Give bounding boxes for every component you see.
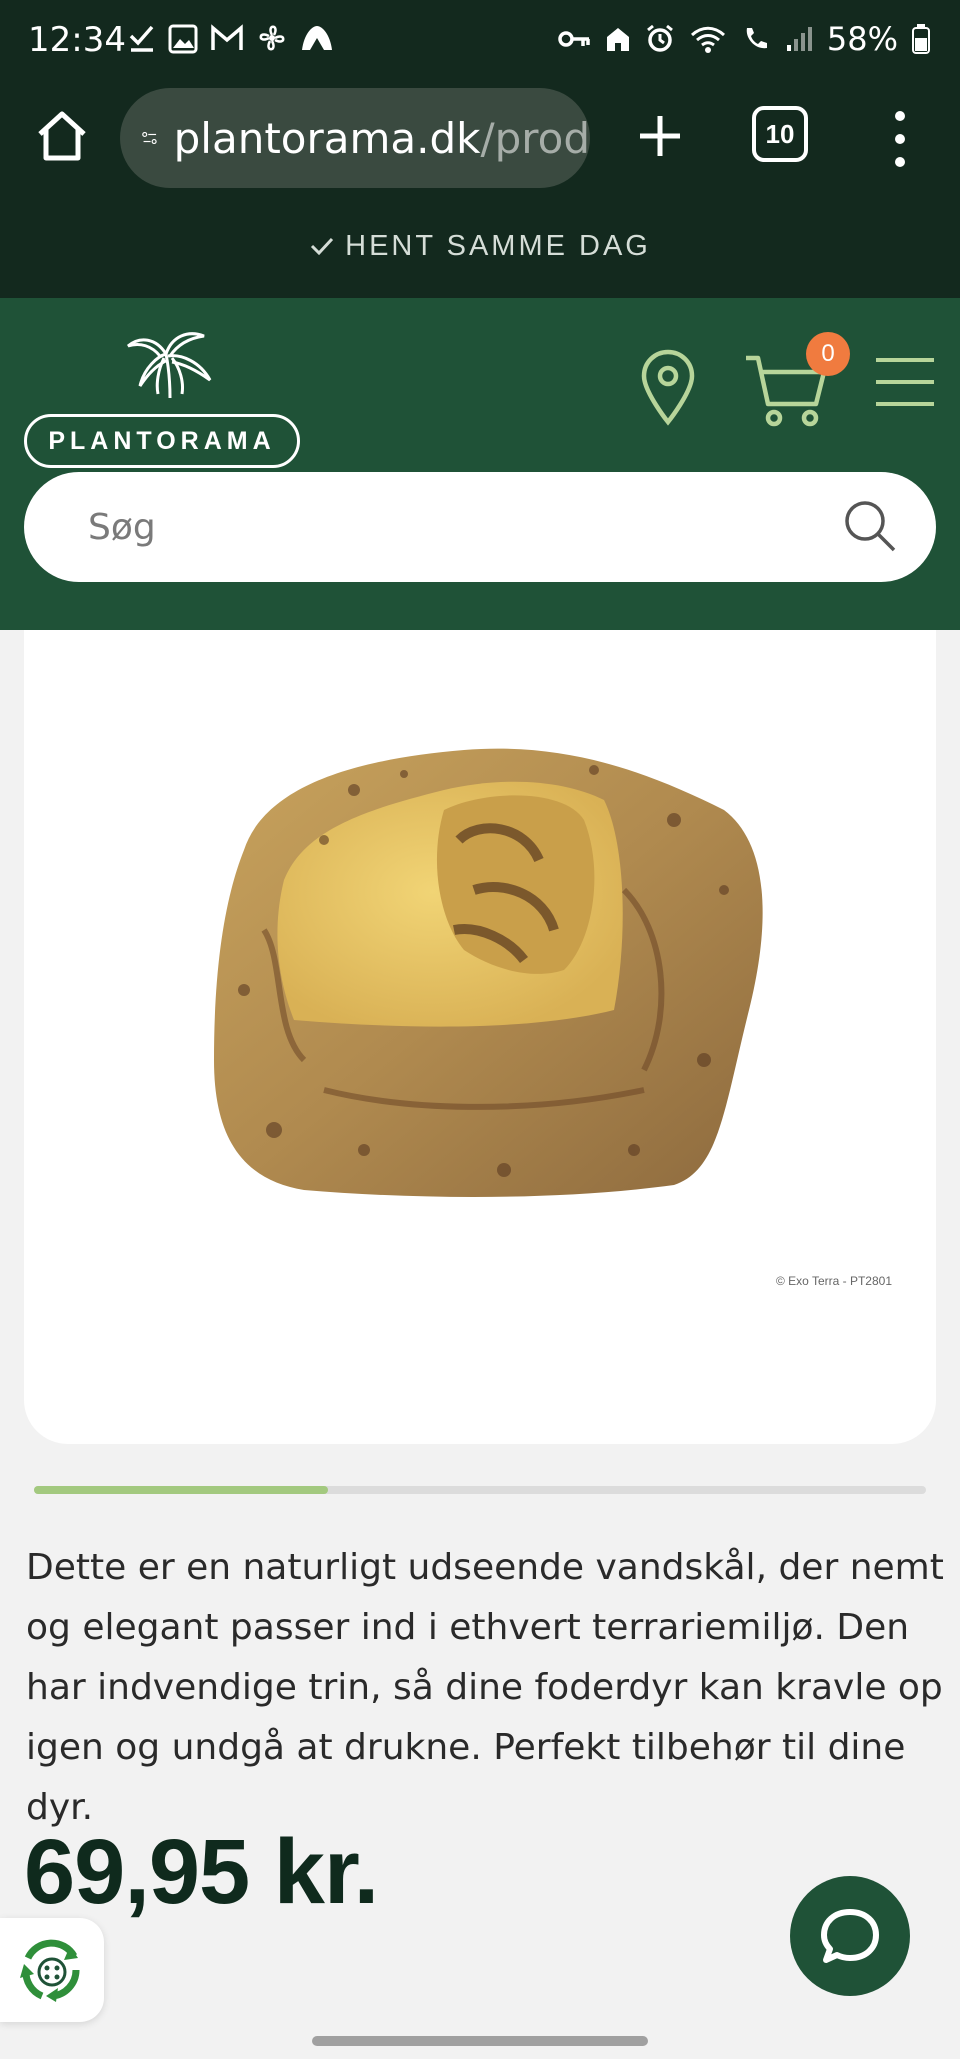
browser-toolbar: plantorama.dk/prod 10 bbox=[0, 84, 960, 194]
system-icons: 58% bbox=[557, 20, 930, 58]
url-text[interactable]: plantorama.dk/prod bbox=[174, 114, 590, 163]
gesture-home-indicator[interactable] bbox=[312, 2036, 648, 2046]
home-button[interactable] bbox=[32, 106, 92, 166]
home-status-icon bbox=[606, 28, 629, 51]
battery-percentage: 58% bbox=[826, 20, 898, 58]
plantorama-logo[interactable]: PLANTORAMA bbox=[24, 328, 302, 478]
status-bar: 12:34 58% bbox=[0, 0, 960, 84]
announcement-bar: HENT SAMME DAG bbox=[0, 194, 960, 298]
product-image[interactable] bbox=[204, 730, 784, 1210]
notification-icons bbox=[128, 22, 334, 54]
more-options-icon[interactable] bbox=[880, 104, 920, 174]
signal-icon bbox=[786, 27, 812, 51]
image-carousel-progress[interactable] bbox=[34, 1486, 926, 1494]
pinwheel-icon bbox=[259, 25, 285, 51]
search-icon[interactable] bbox=[842, 498, 898, 554]
recycle-icon bbox=[20, 1939, 80, 2002]
status-time: 12:34 bbox=[28, 20, 126, 60]
image-credit: © Exo Terra - PT2801 bbox=[776, 1274, 893, 1288]
chat-button[interactable] bbox=[790, 1876, 910, 1996]
check-icon bbox=[311, 237, 334, 256]
wifi-calling-icon bbox=[746, 28, 767, 49]
url-domain: plantorama.dk bbox=[173, 113, 481, 163]
app-notification-icon bbox=[302, 26, 332, 50]
palm-logo-icon bbox=[127, 332, 212, 399]
key-icon bbox=[558, 31, 590, 47]
tab-switcher-button[interactable]: 10 bbox=[752, 106, 808, 162]
checkmark-notification-icon bbox=[129, 25, 154, 52]
alarm-icon bbox=[646, 24, 673, 52]
cart-count-badge[interactable]: 0 bbox=[806, 332, 850, 376]
store-location-icon[interactable] bbox=[638, 348, 698, 428]
new-tab-button[interactable] bbox=[628, 104, 692, 168]
announcement-text: HENT SAMME DAG bbox=[345, 229, 651, 262]
gallery-icon bbox=[168, 24, 198, 54]
gmail-icon bbox=[211, 24, 243, 50]
search-input[interactable] bbox=[88, 496, 788, 558]
logo-wordmark: PLANTORAMA bbox=[24, 414, 300, 468]
battery-icon bbox=[912, 24, 930, 54]
product-description: Dette er en naturligt udseende vandskål,… bbox=[26, 1547, 944, 1828]
address-bar[interactable]: plantorama.dk/prod bbox=[120, 88, 590, 188]
site-header: PLANTORAMA 0 bbox=[0, 298, 960, 630]
search-bar[interactable] bbox=[24, 472, 936, 582]
product-price: 69,95 kr. bbox=[24, 1821, 379, 1923]
url-path: /prod bbox=[480, 113, 590, 163]
hamburger-menu-icon[interactable] bbox=[874, 356, 936, 408]
site-settings-icon[interactable] bbox=[142, 121, 158, 155]
sustainability-badge[interactable] bbox=[0, 1918, 104, 2022]
chat-bubble-icon bbox=[821, 1909, 879, 1963]
wifi-icon bbox=[690, 26, 725, 53]
carousel-progress-fill bbox=[34, 1486, 329, 1494]
product-image-card[interactable]: © Exo Terra - PT2801 bbox=[24, 630, 936, 1444]
